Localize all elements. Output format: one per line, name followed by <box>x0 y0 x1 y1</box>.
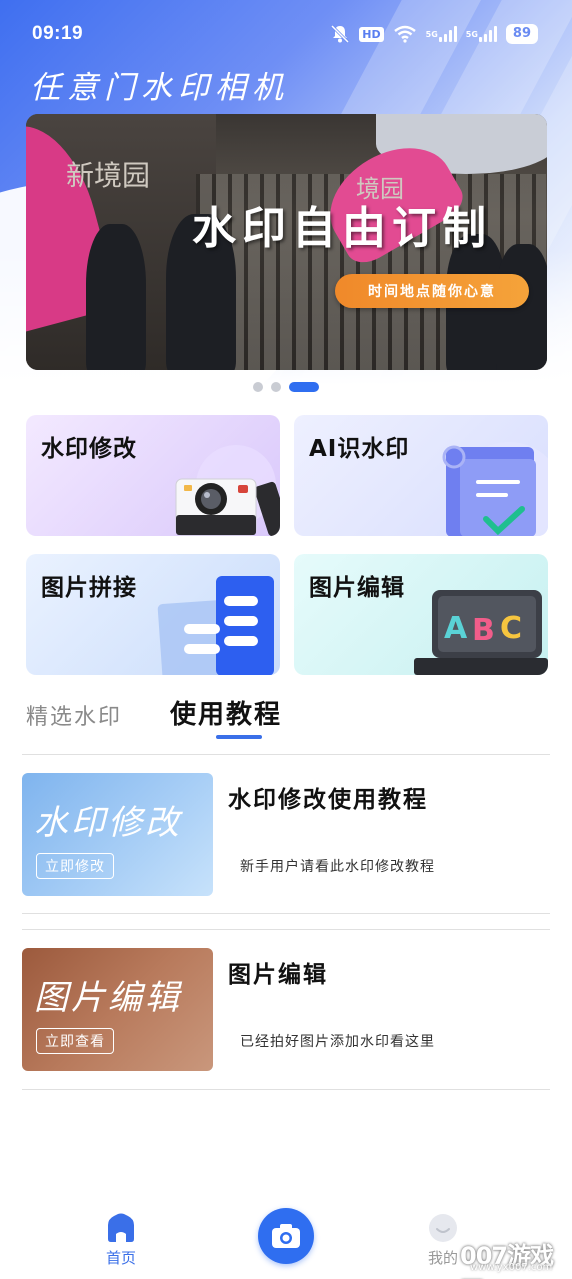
banner-pill-button[interactable]: 时间地点随你心意 <box>335 274 529 308</box>
thumbnail-cta: 立即查看 <box>36 1028 114 1054</box>
wifi-icon <box>393 25 417 43</box>
signal-2-icon: 5G <box>466 26 497 42</box>
thumbnail-title: 水印修改 <box>34 803 182 843</box>
thumbnail-cta: 立即修改 <box>36 853 114 879</box>
carousel-dot[interactable] <box>253 382 263 392</box>
signal-1-icon: 5G <box>426 26 457 42</box>
watermark-edit-card[interactable]: 水印修改 <box>26 415 280 536</box>
photo-sign-text: 新境园 <box>66 159 151 192</box>
battery-icon: 89 <box>505 24 538 44</box>
tutorial-thumbnail[interactable]: 水印修改 立即修改 <box>22 773 213 896</box>
banner-headline: 水印自由订制 <box>192 203 492 254</box>
carousel-indicator <box>253 382 319 392</box>
divider <box>22 754 550 755</box>
nav-mine-label: 我的 <box>427 1249 458 1267</box>
mute-bell-icon <box>330 24 350 44</box>
tab-active-indicator <box>216 735 262 739</box>
tutorial-description: 已经拍好图片添加水印看这里 <box>240 1034 435 1050</box>
stack-icon <box>157 576 274 675</box>
tutorial-title[interactable]: 图片编辑 <box>228 955 328 989</box>
camera-button[interactable] <box>258 1208 314 1264</box>
card-title: 图片编辑 <box>309 575 405 601</box>
divider <box>22 1089 550 1090</box>
svg-text:A: A <box>444 611 468 646</box>
app-title: 任意门水印相机 <box>30 70 289 106</box>
home-icon <box>108 1213 134 1242</box>
carousel-dot[interactable] <box>271 382 281 392</box>
divider <box>22 913 550 914</box>
ai-watermark-card[interactable]: AI识水印 <box>294 415 548 536</box>
tutorial-description: 新手用户请看此水印修改教程 <box>240 859 435 875</box>
status-bar: 09:19 HD 5G 5G 89 <box>0 0 572 68</box>
image-stitch-card[interactable]: 图片拼接 <box>26 554 280 675</box>
divider <box>22 929 550 930</box>
document-check-icon <box>442 442 548 536</box>
nav-home-label: 首页 <box>105 1249 136 1267</box>
nav-home[interactable]: 首页 <box>104 1213 138 1268</box>
status-icons: HD 5G 5G 89 <box>330 24 538 44</box>
abc-keyboard-icon: A B C <box>414 590 548 675</box>
thumbnail-title: 图片编辑 <box>34 978 182 1018</box>
hd-icon: HD <box>359 26 384 42</box>
carousel-dot-active[interactable] <box>289 382 319 392</box>
card-title: 水印修改 <box>41 436 137 462</box>
svg-text:B: B <box>472 613 495 648</box>
tab-featured-watermark[interactable]: 精选水印 <box>26 699 122 731</box>
camera-icon <box>272 1224 300 1248</box>
profile-icon <box>429 1214 457 1242</box>
image-edit-card[interactable]: 图片编辑 A B C <box>294 554 548 675</box>
svg-text:C: C <box>500 611 522 646</box>
status-time: 09:19 <box>32 23 84 44</box>
tab-tutorial[interactable]: 使用教程 <box>170 694 282 731</box>
tab-bar: 精选水印 使用教程 <box>26 694 282 731</box>
card-title: AI识水印 <box>309 436 410 462</box>
card-title: 图片拼接 <box>41 575 137 601</box>
promo-banner[interactable]: 新境园 境园 水印自由订制 时间地点随你心意 <box>26 114 547 370</box>
tutorial-thumbnail[interactable]: 图片编辑 立即查看 <box>22 948 213 1071</box>
site-watermark-url: www.yx007.com <box>470 1262 553 1273</box>
tutorial-title[interactable]: 水印修改使用教程 <box>228 780 428 814</box>
camera-icon <box>175 445 280 536</box>
nav-mine[interactable]: 我的 <box>426 1213 460 1268</box>
